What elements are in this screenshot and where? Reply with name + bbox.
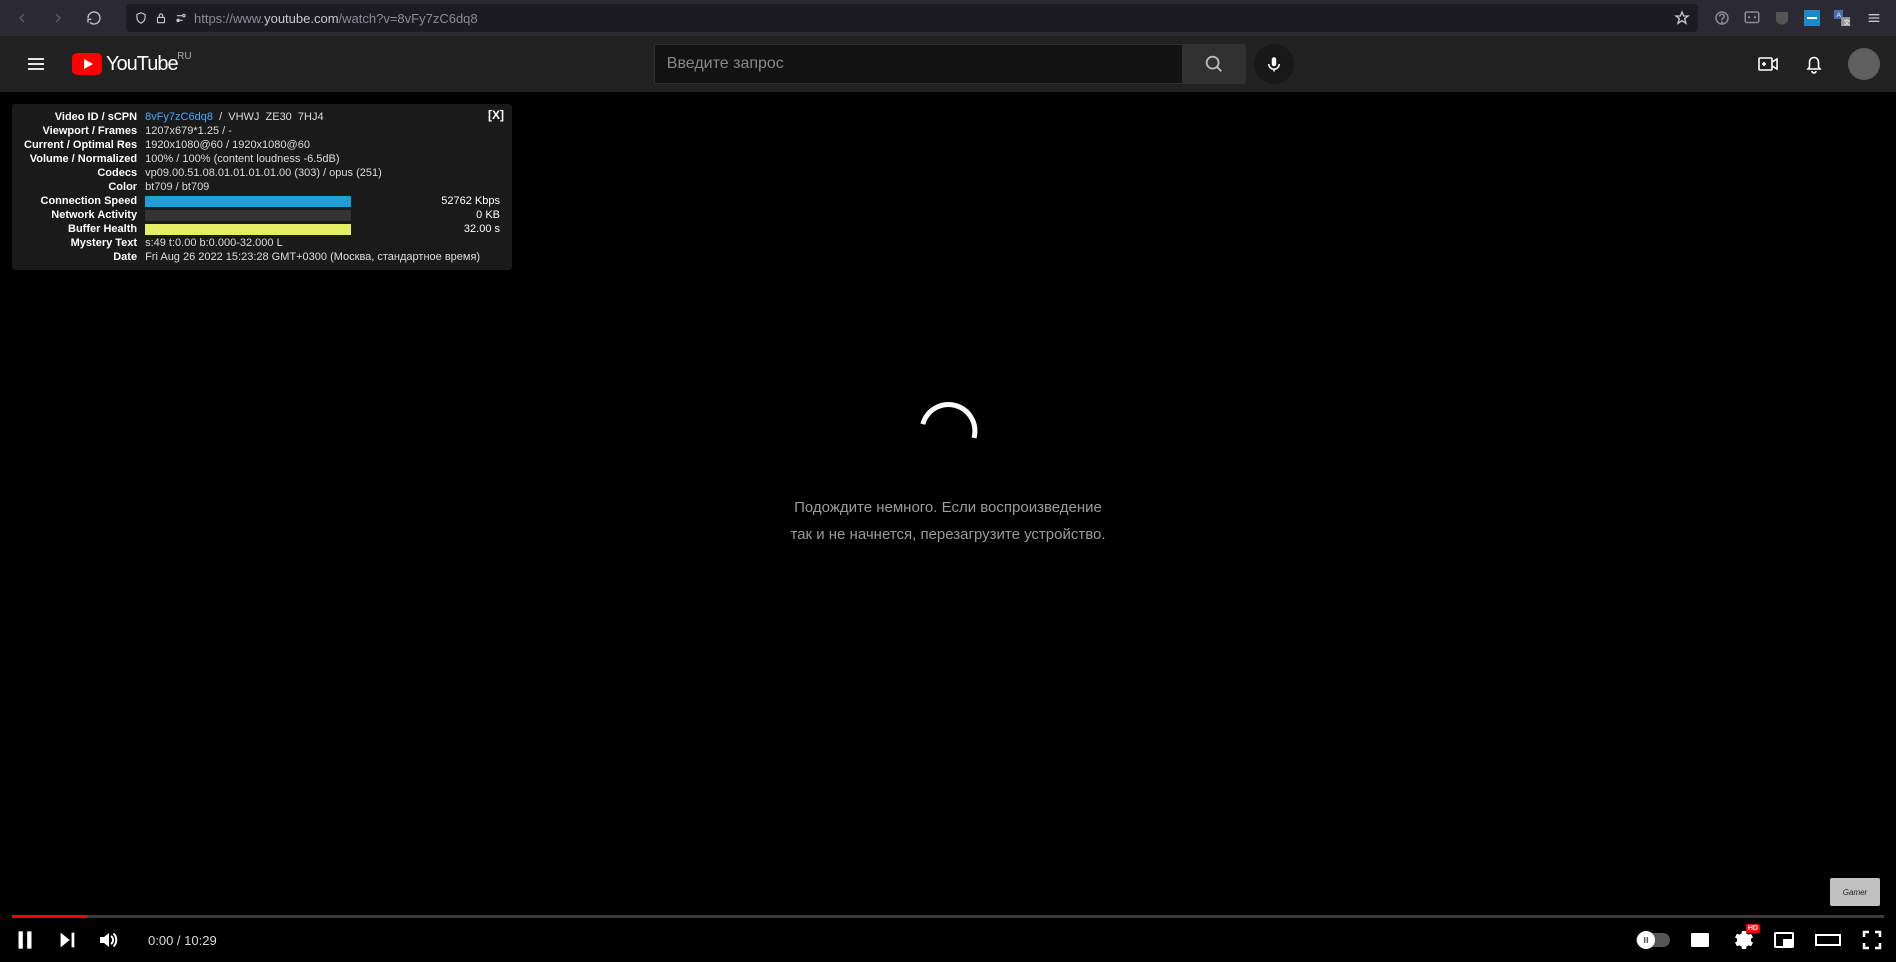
toolbar-extensions: A文 xyxy=(1708,4,1890,32)
loading-text-line1: Подождите немного. Если воспроизведение xyxy=(790,494,1105,521)
miniplayer-button[interactable] xyxy=(1772,928,1796,952)
hd-badge: HD xyxy=(1746,924,1760,933)
stats-row: Viewport / Frames1207x679*1.25 / - xyxy=(20,124,504,138)
app-menu-button[interactable] xyxy=(1858,4,1890,32)
youtube-logo[interactable]: YouTube RU xyxy=(72,53,192,76)
fullscreen-button[interactable] xyxy=(1860,928,1884,952)
logo-text: YouTube xyxy=(106,53,178,76)
subtitles-button[interactable] xyxy=(1688,928,1712,952)
spinner-icon xyxy=(908,391,987,470)
youtube-page: YouTube RU xyxy=(0,36,1896,962)
voice-search-button[interactable] xyxy=(1254,44,1294,84)
stats-row: Buffer Health32.00 s xyxy=(20,222,504,236)
stats-row: DateFri Aug 26 2022 15:23:28 GMT+0300 (М… xyxy=(20,250,504,264)
time-display: 0:00 / 10:29 xyxy=(148,933,217,948)
search-button[interactable] xyxy=(1182,44,1246,84)
stats-row: Mystery Texts:49 t:0.00 b:0.000-32.000 L xyxy=(20,236,504,250)
stats-row: Current / Optimal Res1920x1080@60 / 1920… xyxy=(20,138,504,152)
url-text: https://www.youtube.com/watch?v=8vFy7zC6… xyxy=(194,11,478,26)
next-button[interactable] xyxy=(56,929,78,951)
loading-message: Подождите немного. Если воспроизведение … xyxy=(790,402,1105,548)
stats-row: Colorbt709 / bt709 xyxy=(20,180,504,194)
extension-icon[interactable] xyxy=(1708,4,1736,32)
fullscreen-icon xyxy=(1860,928,1884,952)
ublock-icon[interactable] xyxy=(1768,4,1796,32)
bell-icon xyxy=(1802,52,1826,76)
create-video-icon xyxy=(1756,52,1780,76)
lock-icon xyxy=(154,11,168,25)
stats-row: Network Activity0 KB xyxy=(20,208,504,222)
miniplayer-icon xyxy=(1772,928,1796,952)
stats-row: Connection Speed52762 Kbps xyxy=(20,194,504,208)
reload-button[interactable] xyxy=(78,4,110,32)
permissions-icon xyxy=(174,11,188,25)
volume-icon xyxy=(96,928,120,952)
bookmark-star-icon[interactable] xyxy=(1674,10,1690,26)
theater-button[interactable] xyxy=(1814,928,1842,952)
subtitles-icon xyxy=(1688,928,1712,952)
guide-menu-button[interactable] xyxy=(16,44,56,84)
browser-toolbar: https://www.youtube.com/watch?v=8vFy7zC6… xyxy=(0,0,1896,36)
settings-button[interactable]: HD xyxy=(1730,928,1754,952)
theater-icon xyxy=(1814,928,1842,952)
microphone-icon xyxy=(1265,55,1283,73)
shield-icon xyxy=(134,11,148,25)
extension-icon[interactable] xyxy=(1798,4,1826,32)
stats-row: Volume / Normalized100% / 100% (content … xyxy=(20,152,504,166)
search-input[interactable] xyxy=(667,55,1170,73)
pause-button[interactable] xyxy=(12,927,38,953)
stats-row: Codecsvp09.00.51.08.01.01.01.01.00 (303)… xyxy=(20,166,504,180)
address-bar[interactable]: https://www.youtube.com/watch?v=8vFy7zC6… xyxy=(126,4,1698,32)
search-input-wrap[interactable] xyxy=(654,44,1182,84)
stats-for-nerds-panel: [X] Video ID / sCPN8vFy7zC6dq8 / VHWJ ZE… xyxy=(12,104,512,270)
pause-icon xyxy=(12,927,38,953)
extension-icon[interactable] xyxy=(1738,4,1766,32)
video-player[interactable]: [X] Video ID / sCPN8vFy7zC6dq8 / VHWJ ZE… xyxy=(0,92,1896,962)
pause-icon xyxy=(1641,935,1651,945)
masthead: YouTube RU xyxy=(0,36,1896,92)
stats-row: Video ID / sCPN8vFy7zC6dq8 / VHWJ ZE30 7… xyxy=(20,110,504,124)
translate-icon[interactable]: A文 xyxy=(1828,4,1856,32)
volume-button[interactable] xyxy=(96,928,120,952)
nav-back-button[interactable] xyxy=(6,4,38,32)
autoplay-toggle[interactable] xyxy=(1636,933,1670,947)
svg-text:文: 文 xyxy=(1844,17,1851,26)
player-controls: 0:00 / 10:29 HD xyxy=(0,918,1896,962)
search-icon xyxy=(1203,53,1225,75)
account-avatar[interactable] xyxy=(1848,48,1880,80)
channel-watermark[interactable]: Gamer xyxy=(1830,878,1880,906)
nav-forward-button[interactable] xyxy=(42,4,74,32)
loading-text-line2: так и не начнется, перезагрузите устройс… xyxy=(790,521,1105,548)
notifications-button[interactable] xyxy=(1802,52,1826,76)
next-icon xyxy=(56,929,78,951)
youtube-play-icon xyxy=(72,53,102,75)
stats-close-button[interactable]: [X] xyxy=(488,108,504,122)
logo-country: RU xyxy=(177,51,191,62)
create-button[interactable] xyxy=(1756,52,1780,76)
